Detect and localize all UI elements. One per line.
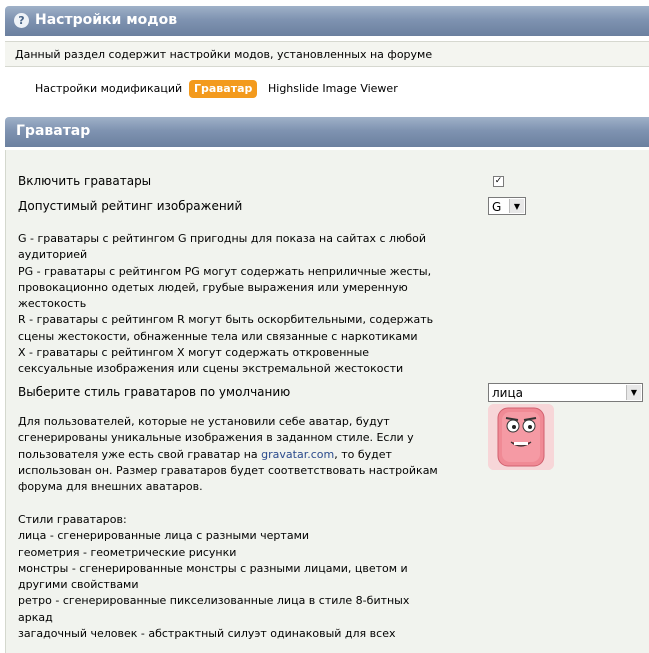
rating-help-g: G - граватары с рейтингом G пригодны для… [18, 232, 427, 262]
face-avatar-icon [488, 404, 554, 470]
enable-gravatar-label: Включить граватары [18, 174, 152, 188]
styles-list: Стили граватаров: лица - сгенерированные… [18, 512, 418, 642]
enable-gravatar-checkbox[interactable]: ✓ [493, 176, 504, 187]
tab-mod-settings[interactable]: Настройки модификаций [35, 82, 182, 95]
list-item: геометрия - геометрические рисунки [18, 545, 237, 559]
page-header: ? Настройки модов [5, 6, 649, 36]
gravatar-link[interactable]: gravatar.com [261, 448, 334, 461]
style-select[interactable]: лица ▼ [488, 383, 643, 402]
rating-help: G - граватары с рейтингом G пригодны для… [18, 231, 438, 378]
settings-panel: Включить граватары ✓ Допустимый рейтинг … [5, 150, 649, 653]
section-header: Граватар [5, 117, 649, 147]
section-description: Данный раздел содержит настройки модов, … [5, 41, 649, 67]
tab-gravatar[interactable]: Граватар [189, 80, 258, 98]
chevron-down-icon: ▼ [509, 199, 524, 213]
style-select-value: лица [492, 386, 523, 400]
rating-help-r: R - граватары с рейтингом R могут быть о… [18, 313, 434, 343]
styles-list-title: Стили граватаров: [18, 513, 127, 526]
page: ? Настройки модов Данный раздел содержит… [0, 0, 649, 653]
style-help: Для пользователей, которые не установили… [18, 414, 443, 495]
gravatar-preview-image [488, 404, 554, 470]
rating-label: Допустимый рейтинг изображений [18, 199, 243, 213]
section-title: Граватар [16, 123, 91, 139]
tab-highslide[interactable]: Highslide Image Viewer [268, 82, 398, 95]
rating-help-pg: PG - граватары с рейтингом PG могут соде… [18, 264, 432, 311]
list-item: лица - сгенерированные лица с разными че… [18, 529, 310, 543]
page-title: Настройки модов [35, 12, 178, 28]
rating-select[interactable]: G ▼ [488, 197, 526, 215]
rating-help-x: X - граватары с рейтингом X могут содерж… [18, 346, 404, 376]
question-circle-icon[interactable]: ? [14, 13, 29, 28]
list-item: ретро - сгенерированные пикселизованные … [18, 594, 410, 624]
list-item: загадочный человек - абстрактный силуэт … [18, 627, 396, 641]
rating-select-value: G [492, 200, 502, 214]
chevron-down-icon: ▼ [626, 385, 641, 400]
list-item: монстры - сгенерированные монстры с разн… [18, 561, 408, 592]
style-label: Выберите стиль граватаров по умолчанию [18, 385, 291, 399]
